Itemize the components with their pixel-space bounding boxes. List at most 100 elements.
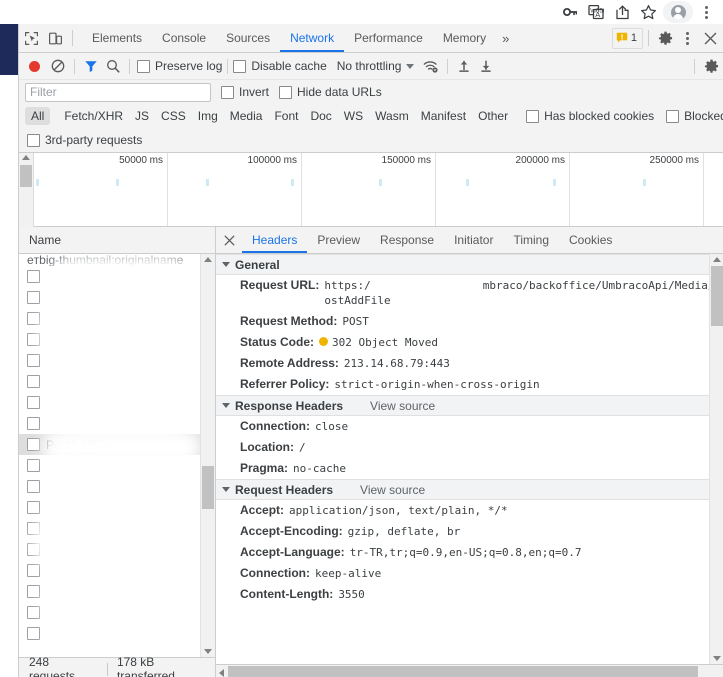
has-blocked-cookies-checkbox[interactable]: Has blocked cookies xyxy=(526,109,654,123)
warning-badge[interactable]: 1 xyxy=(611,27,643,49)
list-item[interactable] xyxy=(19,476,215,497)
scrollbar-thumb-horizontal[interactable] xyxy=(228,666,698,677)
type-filter-all[interactable]: All xyxy=(25,107,51,125)
list-item[interactable] xyxy=(19,266,215,287)
tab-preview[interactable]: Preview xyxy=(307,227,370,253)
tab-console[interactable]: Console xyxy=(152,24,216,52)
has-blocked-cookies-box[interactable] xyxy=(526,109,540,123)
detail-horizontal-scrollbar[interactable] xyxy=(216,664,723,677)
list-item[interactable] xyxy=(19,497,215,518)
list-item[interactable]: eтbig-thumbnail:originalname xyxy=(19,254,215,266)
type-filter-doc[interactable]: Doc xyxy=(304,107,337,125)
filter-icon[interactable] xyxy=(80,54,102,78)
close-icon[interactable] xyxy=(698,25,722,51)
scrollbar-thumb[interactable] xyxy=(20,165,32,187)
tab-elements[interactable]: Elements xyxy=(82,24,152,52)
invert-box[interactable] xyxy=(221,85,234,99)
tab-timing[interactable]: Timing xyxy=(503,227,559,253)
blocked-requests-box[interactable] xyxy=(666,109,680,123)
chrome-menu-icon[interactable] xyxy=(693,0,719,24)
detail-scrollbar[interactable] xyxy=(709,254,723,664)
inspect-element-icon[interactable] xyxy=(19,25,43,51)
devtools-more-options-icon[interactable] xyxy=(676,25,698,51)
tab-performance[interactable]: Performance xyxy=(344,24,433,52)
request-list-header[interactable]: Name xyxy=(19,227,215,254)
headers-content[interactable]: General Request URL: https:/mbraco/backo… xyxy=(216,254,723,664)
network-settings-gear-icon[interactable] xyxy=(700,53,722,79)
type-filter-other[interactable]: Other xyxy=(472,107,514,125)
list-item[interactable] xyxy=(19,518,215,539)
blocked-requests-checkbox[interactable]: Blocked Requests xyxy=(666,109,723,123)
tab-sources[interactable]: Sources xyxy=(216,24,280,52)
type-filter-css[interactable]: CSS xyxy=(155,107,192,125)
list-item[interactable] xyxy=(19,623,215,644)
record-button[interactable] xyxy=(29,60,40,72)
type-filter-manifest[interactable]: Manifest xyxy=(415,107,472,125)
section-header-general[interactable]: General xyxy=(216,254,723,275)
filter-input[interactable] xyxy=(25,82,211,102)
device-toolbar-icon[interactable] xyxy=(43,25,67,51)
disable-cache-checkbox[interactable]: Disable cache xyxy=(233,59,327,73)
list-item[interactable] xyxy=(19,602,215,623)
bookmark-star-icon[interactable] xyxy=(635,0,661,24)
clear-log-icon[interactable] xyxy=(47,54,69,78)
view-source-link-response[interactable]: View source xyxy=(370,399,435,413)
list-item[interactable] xyxy=(19,329,215,350)
third-party-requests-checkbox[interactable]: 3rd-party requests xyxy=(27,133,142,147)
invert-checkbox[interactable]: Invert xyxy=(221,85,269,99)
list-item[interactable] xyxy=(19,287,215,308)
share-icon[interactable] xyxy=(609,0,635,24)
section-header-response-headers[interactable]: Response Headers View source xyxy=(216,395,723,416)
scroll-left-arrow-icon[interactable] xyxy=(219,669,224,677)
list-item[interactable] xyxy=(19,413,215,434)
tab-response[interactable]: Response xyxy=(370,227,444,253)
profile-avatar[interactable] xyxy=(663,1,693,23)
tab-network[interactable]: Network xyxy=(280,24,344,52)
overview-scrollbar[interactable] xyxy=(19,153,34,227)
scrollbar-thumb[interactable] xyxy=(711,266,723,326)
gear-icon[interactable] xyxy=(654,25,676,51)
list-item[interactable] xyxy=(19,560,215,581)
password-key-icon[interactable] xyxy=(557,0,583,24)
tab-headers[interactable]: Headers xyxy=(242,227,307,253)
list-item[interactable] xyxy=(19,371,215,392)
list-item[interactable] xyxy=(19,455,215,476)
list-item-selected[interactable]: PostAddFile xyxy=(19,434,215,455)
scroll-down-arrow-icon[interactable] xyxy=(713,656,721,661)
scroll-up-arrow-icon[interactable] xyxy=(204,257,212,262)
more-tabs-button[interactable]: » xyxy=(496,24,515,52)
list-item[interactable] xyxy=(19,392,215,413)
preserve-log-checkbox[interactable]: Preserve log xyxy=(137,59,222,73)
type-filter-media[interactable]: Media xyxy=(224,107,269,125)
throttling-dropdown[interactable]: No throttling xyxy=(337,59,415,73)
type-filter-wasm[interactable]: Wasm xyxy=(369,107,415,125)
type-filter-ws[interactable]: WS xyxy=(338,107,369,125)
import-har-icon[interactable] xyxy=(453,54,475,78)
tab-initiator[interactable]: Initiator xyxy=(444,227,503,253)
scroll-down-arrow-icon[interactable] xyxy=(204,649,212,654)
type-filter-js[interactable]: JS xyxy=(129,107,155,125)
search-icon[interactable] xyxy=(102,54,124,78)
network-overview-timeline[interactable]: 50000 ms 100000 ms 150000 ms 200000 ms 2… xyxy=(34,153,723,227)
scroll-up-arrow-icon[interactable] xyxy=(713,257,721,262)
tab-memory[interactable]: Memory xyxy=(433,24,496,52)
request-list[interactable]: eтbig-thumbnail:originalname PostAddFile xyxy=(19,254,215,657)
scroll-up-arrow-icon[interactable] xyxy=(22,155,30,160)
type-filter-font[interactable]: Font xyxy=(268,107,304,125)
hide-data-urls-box[interactable] xyxy=(279,85,293,99)
request-list-scrollbar[interactable] xyxy=(200,254,215,657)
third-party-box[interactable] xyxy=(27,133,40,147)
type-filter-fetch-xhr[interactable]: Fetch/XHR xyxy=(58,107,129,125)
view-source-link-request[interactable]: View source xyxy=(360,483,425,497)
list-item[interactable] xyxy=(19,350,215,371)
list-item[interactable] xyxy=(19,539,215,560)
translate-icon[interactable]: A\u6587 xyxy=(583,0,609,24)
detail-close-icon[interactable] xyxy=(216,227,242,253)
hide-data-urls-checkbox[interactable]: Hide data URLs xyxy=(279,85,382,99)
type-filter-img[interactable]: Img xyxy=(192,107,224,125)
network-conditions-icon[interactable] xyxy=(420,54,442,78)
export-har-icon[interactable] xyxy=(475,54,497,78)
scrollbar-thumb[interactable] xyxy=(202,466,214,509)
disable-cache-box[interactable] xyxy=(233,59,247,73)
list-item[interactable] xyxy=(19,308,215,329)
